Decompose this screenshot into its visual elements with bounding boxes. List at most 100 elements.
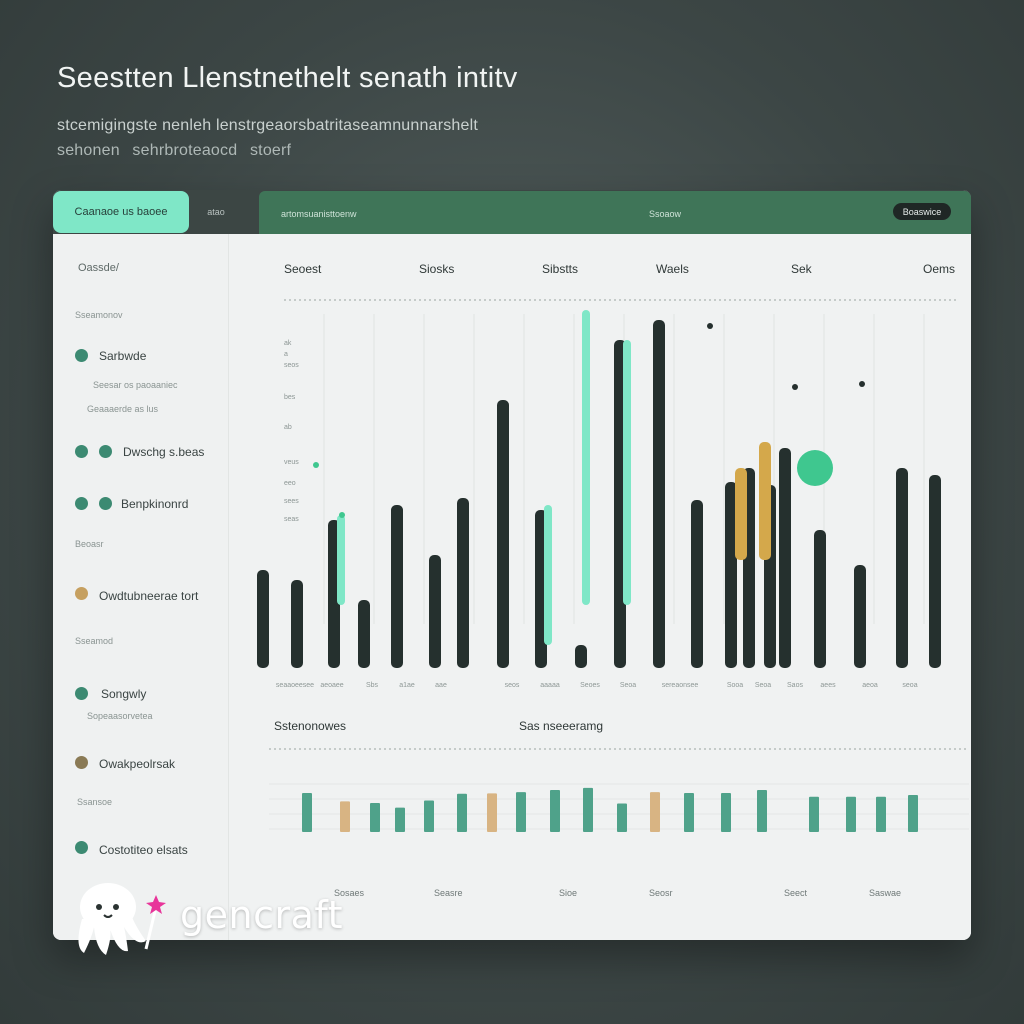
sidebar-item-5-detail: Sopeaasorvetea [87,711,153,721]
x-tick-label: Sooa [727,682,743,689]
chart-bar [424,800,434,832]
chart-bar [583,787,593,832]
chart-bar [550,790,560,832]
lower-chart-subtitle: Sas nseeeramg [519,719,604,733]
sidebar-group-label: Beoasr [75,539,104,549]
sidebar-item-1[interactable]: Sarbwde [99,349,146,363]
sidebar-item-1-detail: Seesar os paoaaniec [93,380,178,390]
page-subtitle: stcemigingste nenleh lenstrgeaorsbatrita… [57,117,479,134]
chart-bar-accent [337,515,345,605]
gencraft-octopus-icon [78,883,166,955]
chart-point [339,512,345,518]
chart-bar-accent [544,505,552,645]
chart-point [707,323,713,329]
top-bar: Caanaoe us baoee atao artomsuanisttoenw … [53,190,971,234]
chart-bar [358,600,370,668]
chart-bar [497,400,509,668]
main-content: Seoest Siosks Sibstts Waels Sek Oems ak … [229,234,971,940]
chart-bar [814,530,826,668]
sidebar-item-5[interactable]: Songwly [101,687,146,701]
page-heading: Seestten Llenstnethelt senath intitv [57,62,518,94]
lower-chart-title: Sstenonowes [274,719,347,733]
secondary-bar-chart [269,748,969,832]
chart-point [313,462,319,468]
header-bar-label: artomsuanisttoenw [281,209,357,219]
chart-bar [516,792,526,832]
status-dot [75,841,88,854]
status-dot [75,497,88,510]
chart-point [792,384,798,390]
x-tick-label: sereaonsee [662,682,699,689]
x-tick-label: Seoa [755,682,771,689]
chart-bar-highlight [759,442,771,560]
x-tick-label: seaaoeesee [276,682,314,689]
chart-marker [797,450,833,486]
footer-label: Seect [784,888,808,898]
sidebar-item-3[interactable]: Benpkinonrd [121,497,188,511]
sidebar-item-4[interactable]: Owdtubneerae tort [99,589,198,603]
chart-bar [684,792,694,832]
sidebar-group-label: Sseamod [75,636,114,646]
chart-bar [391,505,403,668]
chart-bar [896,468,908,668]
chart-bar [809,796,819,832]
x-tick-label: Seoes [580,682,600,689]
header-action-button[interactable]: Boaswice [893,203,951,220]
x-tick-label: Saos [787,682,803,689]
status-dot [75,687,88,700]
chart-bar [617,803,627,832]
chart-bar [457,498,469,668]
x-tick-label: aeoaee [320,682,343,689]
header-bar-title: Ssoaow [649,209,682,219]
tab-active[interactable]: Caanaoe us baoee [53,191,189,233]
chart-bar [846,796,856,832]
footer-label: Sioe [559,888,578,898]
chart-bars [302,787,918,832]
sidebar-item-6[interactable]: Owakpeolrsak [99,757,175,771]
x-tick-label: aeoa [862,682,878,689]
dashboard-window: Caanaoe us baoee atao artomsuanisttoenw … [53,190,971,940]
chart-bar [691,500,703,668]
sidebar-item-1-meta: Geaaaerde as lus [87,404,159,414]
sidebar-item-7[interactable]: Costotiteo elsats [99,843,188,857]
chart-bar [757,790,767,832]
x-tick-label: Seoa [620,682,636,689]
status-dot [75,756,88,769]
chart-bar [650,792,660,832]
chart-bar [302,792,312,832]
status-dot [99,445,112,458]
x-tick-label: aaaaa [540,682,560,689]
x-tick-label: Sbs [366,682,379,689]
chart-bar-accent [582,310,590,605]
footer-label: Seosr [649,888,673,898]
chart-bar [779,448,791,668]
x-tick-label: aae [435,682,447,689]
x-tick-label: aees [820,682,836,689]
chart-bar [395,807,405,832]
x-tick-label: seoa [902,682,917,689]
sidebar-item-2[interactable]: Dwschg s.beas [123,445,204,459]
x-tick-label: a1ae [399,682,415,689]
header-bar: artomsuanisttoenw Ssoaow Boaswice [259,191,971,234]
chart-bar [457,793,467,832]
status-dot [99,497,112,510]
status-dot [75,587,88,600]
status-dot [75,349,88,362]
chart-bar [908,795,918,832]
tab-secondary[interactable]: atao [193,191,239,233]
footer-label: Saswae [869,888,902,898]
x-tick-label: seos [505,682,520,689]
chart-bars [257,310,941,668]
chart-bar [929,475,941,668]
sidebar-section-title: Oassde/ [78,262,119,274]
chart-bar [340,801,350,832]
chart-x-labels: seaaoeesee aeoaee Sbs a1ae aae seos aaaaa Seoes… [276,682,918,689]
chart-bar [721,792,731,832]
chart-bar [291,580,303,668]
main-bar-chart: seaaoeesee aeoaee Sbs a1ae aae seos aaaaa Seoes… [257,299,959,689]
sidebar: Oassde/ Sseamonov Sarbwde Seesar os paoa… [53,234,229,940]
gencraft-logo-text: gencraft [180,893,343,937]
chart-bar-highlight [735,468,747,560]
footer-label: Seasre [434,888,463,898]
chart-bar [487,793,497,832]
